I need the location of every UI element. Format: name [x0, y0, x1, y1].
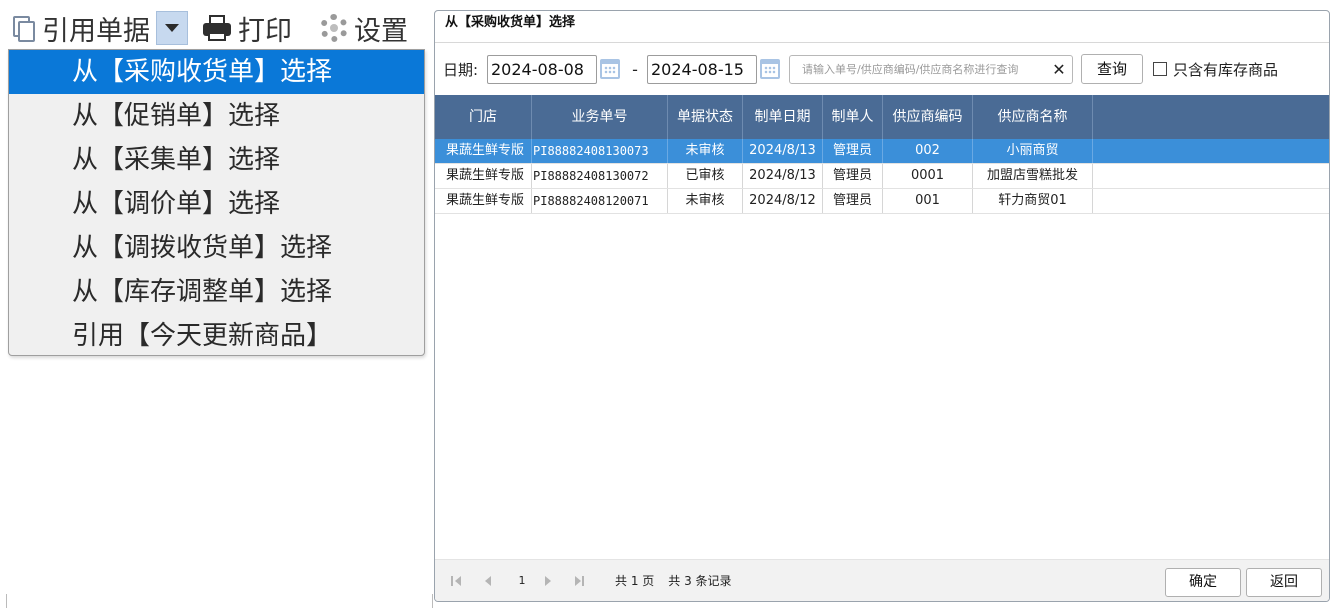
reference-dropdown-toggle[interactable] [156, 11, 188, 45]
date-separator: - [632, 59, 638, 79]
printer-icon [202, 15, 232, 41]
dialog-footer: 1 共 1 页 共 3 条记录 确定 返回 [435, 559, 1329, 601]
cell-store: 果蔬生鲜专版 [435, 189, 532, 213]
cell-creator: 管理员 [823, 139, 883, 163]
menu-item-transfer-receipt[interactable]: 从【调拨收货单】选择 [9, 226, 424, 270]
confirm-button[interactable]: 确定 [1165, 568, 1241, 597]
toolbar: 引用单据 打印 设置 [8, 8, 428, 48]
reference-docs-label: 引用单据 [42, 15, 150, 47]
documents-table: 门店 业务单号 单据状态 制单日期 制单人 供应商编码 供应商名称 果蔬生鲜专版… [435, 95, 1329, 214]
cell-doc-no: PI88882408130072 [532, 164, 668, 188]
cell-date: 2024/8/13 [743, 164, 823, 188]
first-page-icon[interactable] [447, 573, 477, 589]
close-icon[interactable]: ✕ [1046, 60, 1072, 79]
last-page-icon[interactable] [567, 573, 597, 589]
search-box: ✕ [789, 54, 1073, 84]
divider [6, 594, 7, 608]
back-button[interactable]: 返回 [1246, 568, 1322, 597]
settings-label: 设置 [354, 15, 408, 47]
calendar-icon[interactable] [600, 59, 620, 79]
date-label: 日期: [443, 60, 479, 79]
date-from-field[interactable]: 2024-08-08 [487, 54, 597, 84]
cell-doc-no: PI88882408130073 [532, 139, 668, 163]
cell-supplier-name: 轩力商贸01 [973, 189, 1093, 213]
cell-supplier-code: 002 [883, 139, 973, 163]
total-records: 共 3 条记录 [668, 574, 732, 588]
column-header-status[interactable]: 单据状态 [668, 95, 743, 139]
gear-icon [320, 14, 348, 42]
cell-store: 果蔬生鲜专版 [435, 164, 532, 188]
search-input[interactable] [790, 62, 1046, 76]
cell-creator: 管理员 [823, 189, 883, 213]
table-header: 门店 业务单号 单据状态 制单日期 制单人 供应商编码 供应商名称 [435, 95, 1329, 139]
column-header-supplier-name[interactable]: 供应商名称 [973, 95, 1093, 139]
filter-bar: 日期: 2024-08-08 - 2024-08-15 ✕ 查询 只含有库存商品 [435, 53, 1329, 85]
table-row[interactable]: 果蔬生鲜专版 PI88882408130073 未审核 2024/8/13 管理… [435, 139, 1329, 164]
chevron-down-icon [165, 24, 179, 32]
date-to-field[interactable]: 2024-08-15 [647, 54, 757, 84]
menu-item-price-adjust[interactable]: 从【调价单】选择 [9, 182, 424, 226]
cell-filler [1093, 189, 1329, 213]
cell-status: 未审核 [668, 139, 743, 163]
calendar-icon[interactable] [760, 59, 780, 79]
pager: 1 共 1 页 共 3 条记录 [447, 572, 732, 589]
menu-item-today-updated-goods[interactable]: 引用【今天更新商品】 [9, 314, 424, 358]
cell-date: 2024/8/12 [743, 189, 823, 213]
select-dialog: 从【采购收货单】选择 日期: 2024-08-08 - 2024-08-15 ✕… [434, 10, 1330, 602]
stock-only-checkbox[interactable] [1153, 62, 1167, 76]
column-header-creator[interactable]: 制单人 [823, 95, 883, 139]
print-label: 打印 [238, 15, 292, 47]
reference-docs-button[interactable]: 引用单据 [8, 8, 150, 48]
dialog-title: 从【采购收货单】选择 [435, 11, 1329, 43]
menu-item-collection[interactable]: 从【采集单】选择 [9, 138, 424, 182]
stock-only-label: 只含有库存商品 [1173, 60, 1279, 79]
table-row[interactable]: 果蔬生鲜专版 PI88882408120071 未审核 2024/8/12 管理… [435, 189, 1329, 214]
cell-status: 已审核 [668, 164, 743, 188]
column-header-filler [1093, 95, 1329, 139]
cell-creator: 管理员 [823, 164, 883, 188]
cell-store: 果蔬生鲜专版 [435, 139, 532, 163]
prev-page-icon[interactable] [477, 573, 507, 589]
cell-supplier-code: 001 [883, 189, 973, 213]
cell-date: 2024/8/13 [743, 139, 823, 163]
print-button[interactable]: 打印 [202, 8, 292, 48]
next-page-icon[interactable] [537, 573, 567, 589]
settings-button[interactable]: 设置 [320, 8, 408, 48]
divider [432, 594, 433, 608]
cell-supplier-code: 0001 [883, 164, 973, 188]
stock-only-option[interactable]: 只含有库存商品 [1153, 59, 1278, 80]
column-header-doc-no[interactable]: 业务单号 [532, 95, 668, 139]
cell-supplier-name: 小丽商贸 [973, 139, 1093, 163]
documents-icon [10, 14, 38, 42]
cell-doc-no: PI88882408120071 [532, 189, 668, 213]
current-page: 1 [518, 574, 526, 587]
total-pages: 共 1 页 [615, 574, 655, 588]
menu-item-purchase-receipt[interactable]: 从【采购收货单】选择 [9, 50, 424, 94]
menu-item-promotion[interactable]: 从【促销单】选择 [9, 94, 424, 138]
query-button[interactable]: 查询 [1081, 54, 1143, 84]
column-header-store[interactable]: 门店 [435, 95, 532, 139]
menu-item-stock-adjust[interactable]: 从【库存调整单】选择 [9, 270, 424, 314]
column-header-supplier-code[interactable]: 供应商编码 [883, 95, 973, 139]
cell-status: 未审核 [668, 189, 743, 213]
cell-supplier-name: 加盟店雪糕批发 [973, 164, 1093, 188]
column-header-date[interactable]: 制单日期 [743, 95, 823, 139]
reference-dropdown-menu: 从【采购收货单】选择 从【促销单】选择 从【采集单】选择 从【调价单】选择 从【… [8, 49, 425, 356]
cell-filler [1093, 139, 1329, 163]
cell-filler [1093, 164, 1329, 188]
table-row[interactable]: 果蔬生鲜专版 PI88882408130072 已审核 2024/8/13 管理… [435, 164, 1329, 189]
